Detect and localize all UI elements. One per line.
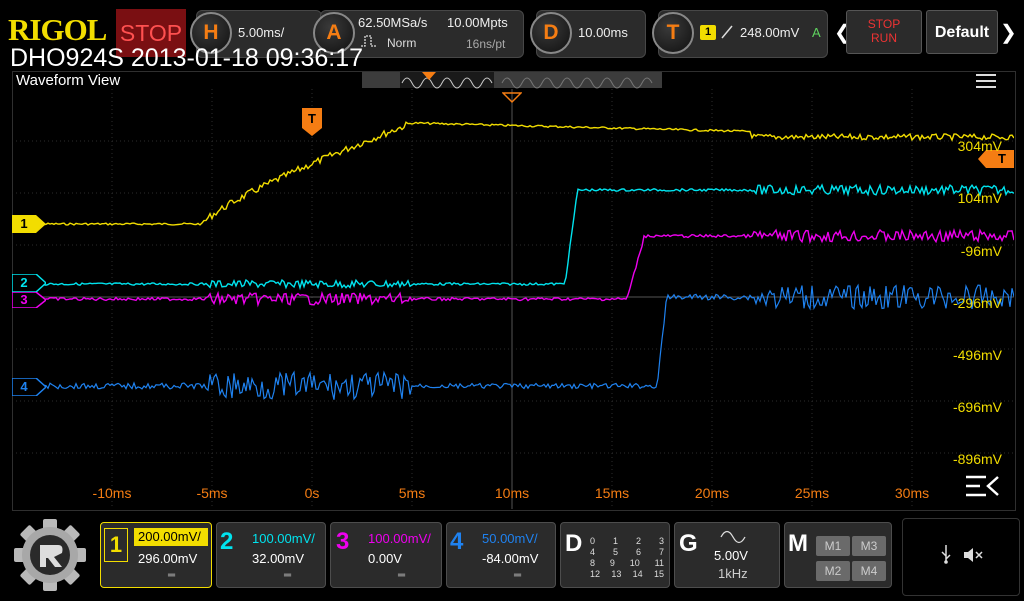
x-label: 30ms xyxy=(894,485,930,501)
timebase-value: 5.00ms/ xyxy=(238,25,285,40)
digital-bit: 0 xyxy=(590,536,596,546)
x-label: -5ms xyxy=(196,485,228,501)
dc-coupling-icon: ═ xyxy=(284,570,292,581)
digital-bit: 4 xyxy=(590,547,596,557)
x-label: 15ms xyxy=(594,485,630,501)
x-label: 20ms xyxy=(694,485,730,501)
memory-depth: 10.00Mpts xyxy=(447,15,508,30)
memory-overview-bar[interactable] xyxy=(362,71,662,89)
digital-key: D xyxy=(565,530,583,557)
digital-bit: 11 xyxy=(654,558,664,568)
generator-frequency: 1kHz xyxy=(718,566,748,581)
sample-interval: 16ns/pt xyxy=(466,37,506,51)
x-label: 0s xyxy=(304,485,320,501)
status-area xyxy=(902,518,1020,596)
run-stop-line1: STOP xyxy=(867,17,901,31)
channel-1-scale: 200.00mV/ xyxy=(134,528,208,546)
digital-bit: 2 xyxy=(635,536,641,546)
math-m1-button[interactable]: M1 xyxy=(816,536,850,556)
digital-bit: 15 xyxy=(653,569,664,579)
sample-rate: 62.50MSa/s xyxy=(358,15,428,30)
y-label: -96mV xyxy=(960,243,1002,259)
device-info: DHO924S 2013-01-18 09:36:17 xyxy=(10,44,364,72)
x-label: 25ms xyxy=(794,485,830,501)
math-m3-button[interactable]: M3 xyxy=(852,536,886,556)
digital-bit: 8 xyxy=(590,558,596,568)
channel-2-scale: 100.00mV/ xyxy=(252,531,315,546)
digital-bit: 13 xyxy=(611,569,622,579)
dc-coupling-icon: ═ xyxy=(398,570,406,581)
trigger-sweep: A xyxy=(812,25,821,40)
delay-key[interactable]: D xyxy=(530,12,572,54)
generator-amplitude: 5.00V xyxy=(714,548,748,563)
channel-1-marker[interactable]: 1 xyxy=(12,215,46,238)
channel-1-label: 1 xyxy=(104,528,128,562)
digital-bit: 6 xyxy=(635,547,641,557)
channel-4-scale: 50.00mV/ xyxy=(482,531,538,546)
dc-coupling-icon: ═ xyxy=(514,570,522,581)
channel-3-trace xyxy=(21,228,1014,308)
channel-4-marker[interactable]: 4 xyxy=(11,377,48,401)
trigger-key[interactable]: T xyxy=(652,12,694,54)
trigger-level: 248.00mV xyxy=(740,25,800,40)
y-label: 304mV xyxy=(957,138,1002,154)
math-key: M xyxy=(788,530,808,557)
channel-3-scale: 100.00mV/ xyxy=(368,531,431,546)
channel-3-offset: 0.00V xyxy=(368,551,402,566)
waveform-grid xyxy=(12,89,1014,509)
math-m2-button[interactable]: M2 xyxy=(816,561,850,581)
digital-bit: 1 xyxy=(612,536,618,546)
run-stop-button[interactable]: STOP RUN xyxy=(846,10,922,54)
channel-4-label: 4 xyxy=(450,528,464,555)
gear-icon xyxy=(14,519,86,591)
x-label: -10ms xyxy=(92,485,132,501)
default-button[interactable]: Default xyxy=(926,10,998,54)
channel-2-label: 2 xyxy=(220,528,234,555)
trigger-channel-badge: 1 xyxy=(700,25,716,40)
x-label: 10ms xyxy=(494,485,530,501)
digital-bit: 14 xyxy=(632,569,643,579)
digital-bit: 5 xyxy=(612,547,618,557)
menu-icon[interactable] xyxy=(976,74,996,88)
dc-coupling-icon: ═ xyxy=(168,570,176,581)
digital-bit: 7 xyxy=(658,547,664,557)
rigol-logo: RIGOL xyxy=(8,12,107,47)
x-label: 5ms xyxy=(398,485,426,501)
channel-2-offset: 32.00mV xyxy=(252,551,305,566)
acquire-mode: Norm xyxy=(387,36,417,50)
usb-icon xyxy=(941,545,951,564)
collapse-menu-icon[interactable] xyxy=(964,473,1000,499)
trigger-marker[interactable]: T xyxy=(302,108,322,136)
speaker-muted-icon[interactable] xyxy=(962,546,986,564)
channel-4-offset: -84.00mV xyxy=(482,551,539,566)
channel-4-trace xyxy=(21,283,1014,401)
digital-channel-grid: 0123 4567 8 9 10 11 12 13 14 15 xyxy=(590,536,664,580)
delay-value: 10.00ms xyxy=(578,25,628,40)
channel-3-label: 3 xyxy=(336,528,350,555)
math-m4-button[interactable]: M4 xyxy=(852,561,886,581)
channel-1-offset: 296.00mV xyxy=(138,551,198,566)
home-gear-button[interactable] xyxy=(4,514,92,596)
y-label: -496mV xyxy=(952,347,1002,363)
run-stop-line2: RUN xyxy=(871,31,897,45)
sine-wave-icon xyxy=(720,530,746,544)
y-label: -896mV xyxy=(952,451,1002,467)
y-label: -296mV xyxy=(952,295,1002,311)
digital-bit: 9 xyxy=(609,558,615,568)
waveform-view-title: Waveform View xyxy=(16,72,121,89)
digital-bit: 12 xyxy=(590,569,601,579)
trigger-position-icon[interactable] xyxy=(502,92,522,104)
digital-bit: 10 xyxy=(629,558,640,568)
generator-key: G xyxy=(679,530,698,557)
next-arrow-icon[interactable]: ❯ xyxy=(1000,20,1017,45)
digital-bit: 3 xyxy=(658,536,664,546)
channel-1-trace xyxy=(21,121,1014,226)
rising-edge-icon xyxy=(721,25,733,39)
y-label: -696mV xyxy=(952,399,1002,415)
channel-3-marker[interactable]: 3 xyxy=(11,291,48,313)
y-label: 104mV xyxy=(957,190,1002,206)
